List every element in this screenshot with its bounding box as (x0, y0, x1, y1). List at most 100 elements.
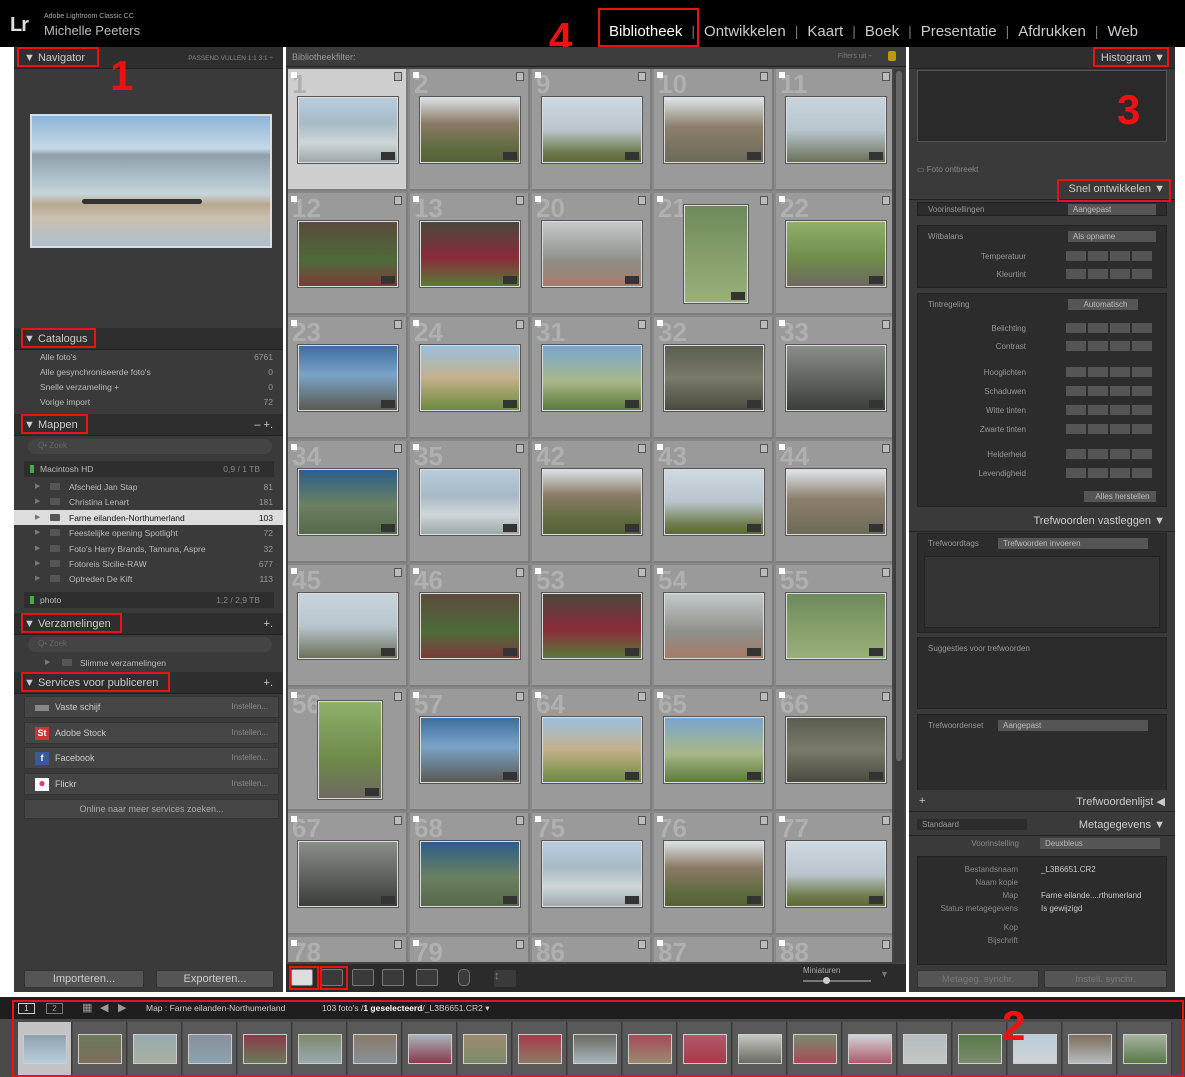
photo-thumbnail[interactable] (664, 841, 764, 907)
pick-flag-icon[interactable] (657, 816, 663, 822)
metadata-badge-icon[interactable] (638, 940, 646, 949)
metadata-badge-icon[interactable] (882, 320, 890, 329)
metadata-badge-icon[interactable] (638, 568, 646, 577)
filmstrip-thumbnail[interactable] (738, 1034, 782, 1064)
catalog-item[interactable]: Alle foto's 6761 (14, 349, 283, 364)
pick-flag-icon[interactable] (535, 196, 541, 202)
pick-flag-icon[interactable] (657, 568, 663, 574)
grid-cell[interactable]: 24 (410, 317, 530, 439)
highlights-stepper[interactable] (1066, 367, 1152, 377)
grid-cell[interactable]: 75 (532, 813, 652, 935)
filmstrip-thumbnail[interactable] (78, 1034, 122, 1064)
filmstrip-thumbnail[interactable] (353, 1034, 397, 1064)
filmstrip-thumbnail[interactable] (408, 1034, 452, 1064)
grid-cell[interactable]: 34 (288, 441, 408, 563)
filmstrip-cell[interactable] (183, 1022, 237, 1075)
filmstrip-thumbnail[interactable] (573, 1034, 617, 1064)
window-2-button[interactable]: 2 (46, 1003, 63, 1014)
photo-thumbnail[interactable] (664, 717, 764, 783)
metadata-badge-icon[interactable] (516, 816, 524, 825)
module-print[interactable]: Afdrukken (1009, 23, 1095, 40)
filmstrip-thumbnail[interactable] (463, 1034, 507, 1064)
pick-flag-icon[interactable] (291, 320, 297, 326)
import-button[interactable]: Importeren... (24, 970, 144, 988)
filmstrip-cell[interactable] (678, 1022, 732, 1075)
grid-cell[interactable]: 11 (776, 69, 892, 191)
module-map[interactable]: Kaart (798, 23, 852, 40)
metadata-badge-icon[interactable] (882, 72, 890, 81)
filmstrip-cell[interactable] (623, 1022, 677, 1075)
keyword-list-header[interactable]: + Trefwoordenlijst ◀ (909, 790, 1175, 812)
export-button[interactable]: Exporteren... (156, 970, 274, 988)
compare-view-icon[interactable] (352, 969, 374, 986)
filmstrip-cell[interactable] (403, 1022, 457, 1075)
filmstrip-cell[interactable] (73, 1022, 127, 1075)
grid-cell[interactable]: 77 (776, 813, 892, 935)
keyword-tags-input[interactable] (924, 556, 1160, 628)
metadata-badge-icon[interactable] (760, 320, 768, 329)
toolbar-menu-chevron-icon[interactable]: ▼ (880, 969, 894, 986)
filmstrip-cell[interactable] (953, 1022, 1007, 1075)
module-library[interactable]: Bibliotheek (600, 23, 691, 40)
photo-thumbnail[interactable] (684, 205, 748, 303)
pick-flag-icon[interactable] (413, 692, 419, 698)
filmstrip-thumbnail[interactable] (958, 1034, 1002, 1064)
zoom-options[interactable]: PASSEND VULLEN 1:1 3:1 ÷ (188, 55, 273, 62)
slider-thumb[interactable] (823, 977, 830, 984)
pick-flag-icon[interactable] (535, 816, 541, 822)
metadata-badge-icon[interactable] (394, 444, 402, 453)
folders-search-input[interactable]: Q• Zoek (28, 439, 272, 454)
navigator-preview[interactable] (30, 114, 272, 248)
folder-item-selected[interactable]: ▶ Farne eilanden-Northumerland 103 (14, 510, 283, 525)
module-develop[interactable]: Ontwikkelen (695, 23, 795, 40)
filmstrip-cell[interactable] (1063, 1022, 1117, 1075)
pick-flag-icon[interactable] (535, 940, 541, 946)
lock-icon[interactable] (888, 51, 896, 61)
grid-cell[interactable]: 22 (776, 193, 892, 315)
photo-thumbnail[interactable] (786, 593, 886, 659)
pick-flag-icon[interactable] (535, 320, 541, 326)
filmstrip-cell[interactable] (733, 1022, 787, 1075)
filmstrip-cell[interactable] (788, 1022, 842, 1075)
photo-thumbnail[interactable] (664, 469, 764, 535)
pick-flag-icon[interactable] (413, 568, 419, 574)
grid-cell[interactable]: 57 (410, 689, 530, 811)
pick-flag-icon[interactable] (535, 692, 541, 698)
sync-settings-button[interactable]: Instell. synchr. (1044, 970, 1167, 988)
service-adobe-stock[interactable]: St Adobe Stock Instellen... (24, 722, 279, 744)
pick-flag-icon[interactable] (779, 72, 785, 78)
photo-thumbnail[interactable] (542, 221, 642, 287)
metadata-badge-icon[interactable] (516, 72, 524, 81)
grid-cell[interactable]: 68 (410, 813, 530, 935)
metadata-caption-field[interactable]: Bijschrift (918, 934, 1166, 947)
pick-flag-icon[interactable] (779, 940, 785, 946)
filmstrip-thumbnail[interactable] (848, 1034, 892, 1064)
catalog-item[interactable]: Vorige import 72 (14, 394, 283, 409)
metadata-badge-icon[interactable] (394, 320, 402, 329)
shadows-stepper[interactable] (1066, 386, 1152, 396)
filmstrip-cell[interactable] (128, 1022, 182, 1075)
photo-thumbnail[interactable] (298, 593, 398, 659)
metadata-badge-icon[interactable] (882, 692, 890, 701)
grid-cell[interactable]: 79 (410, 937, 530, 962)
exposure-stepper[interactable] (1066, 323, 1152, 333)
filmstrip-thumbnail[interactable] (133, 1034, 177, 1064)
grid-cell[interactable]: 55 (776, 565, 892, 687)
grid-small-icon[interactable]: ▦ (82, 1001, 92, 1014)
find-more-services-button[interactable]: Online naar meer services zoeken... (24, 799, 279, 819)
filmstrip-thumbnail[interactable] (298, 1034, 342, 1064)
qd-white-balance-select[interactable]: Als opname (1068, 231, 1156, 242)
keyword-set-select[interactable]: Aangepast (998, 720, 1148, 731)
photo-thumbnail[interactable] (786, 469, 886, 535)
filmstrip-thumbnail[interactable] (243, 1034, 287, 1064)
grid-cell[interactable]: 44 (776, 441, 892, 563)
whites-stepper[interactable] (1066, 405, 1152, 415)
pick-flag-icon[interactable] (779, 816, 785, 822)
grid-cell[interactable]: 21 (654, 193, 774, 315)
photo-thumbnail[interactable] (786, 97, 886, 163)
keyword-list-add[interactable]: + (919, 795, 925, 807)
metadata-badge-icon[interactable] (638, 320, 646, 329)
grid-cell[interactable]: 78 (288, 937, 408, 962)
filmstrip-thumbnail[interactable] (1068, 1034, 1112, 1064)
grid-cell[interactable]: 76 (654, 813, 774, 935)
